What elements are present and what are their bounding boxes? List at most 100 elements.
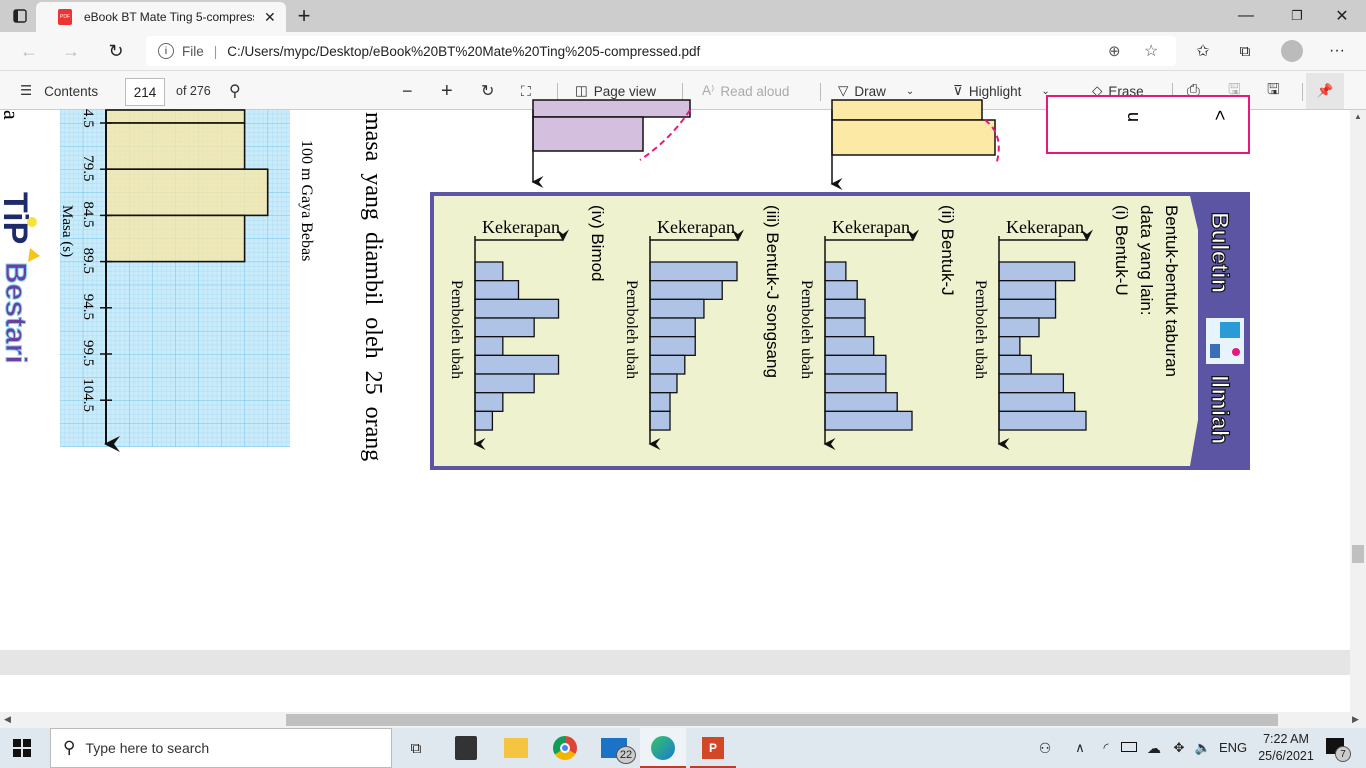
text-fragment: u [1124,112,1144,122]
search-icon: ⚲ [63,738,76,757]
histogram-bar [105,109,246,124]
horizontal-scrollbar[interactable]: ◀ ▶ [0,712,1366,728]
histogram-bar [998,317,1040,338]
histogram-bar [824,373,887,394]
histogram-bar [998,392,1076,413]
buletin-ilmiah-box: Buletin Ilmiah Bentuk-bentuk taburan dat… [430,192,1250,470]
x-axis-label: Pemboleh ubah [798,280,815,379]
notification-count: 7 [1335,746,1351,762]
histogram-bar [998,280,1057,300]
dropbox-icon[interactable]: ✥ [1170,738,1188,758]
histogram-bar [824,410,913,431]
volume-icon[interactable]: 🔈 [1194,738,1212,758]
file-explorer-icon[interactable] [504,738,528,758]
x-tick-label: 94.5 [80,294,96,320]
histogram-bar [998,373,1065,394]
taskbar-search-input[interactable]: ⚲ Type here to search [50,728,392,768]
x-tick-label: 4.5 [80,109,96,128]
chart-title: (ii) Bentuk-J [938,205,957,296]
bulletin-header-left: Buletin [1206,212,1233,293]
chrome-icon[interactable] [553,736,577,760]
histogram-bar [474,280,520,300]
histogram-bar [474,261,504,282]
x-tick-label: 89.5 [80,248,96,274]
histogram-gaya-bebas: 4.5 79.5 84.5 89.5 94.5 99.5 104.5 Masa (s) 10… [59,109,315,452]
scrollbar-thumb[interactable] [286,714,1278,726]
search-placeholder: Type here to search [85,740,210,756]
histogram-bar [474,392,504,413]
histogram-bar [649,261,738,282]
x-axis-label: Pemboleh ubah [448,280,465,379]
y-axis-label: Kekerapan [832,217,910,237]
histogram-bar [649,280,723,300]
scroll-left-icon[interactable]: ◀ [4,714,11,725]
windows-start-icon[interactable] [12,738,32,758]
histogram-bar [998,298,1057,319]
histogram-bar [105,214,246,263]
histogram-bar [824,392,898,413]
x-axis-label: Pemboleh ubah [972,280,989,379]
clock[interactable]: 7:22 AM 25/6/2021 [1256,731,1316,765]
x-tick-label: 79.5 [80,155,96,181]
histogram-bar [824,317,866,338]
clock-date: 25/6/2021 [1258,749,1314,763]
scrollbar-thumb[interactable] [1352,545,1364,563]
text-fragment: < [1210,110,1230,121]
y-axis-label: Kekerapan [657,217,735,237]
powerpoint-taskbar-button[interactable]: P [690,728,736,768]
histogram-bar [824,280,858,300]
histogram-bar [998,410,1087,431]
histogram-bar [474,410,494,431]
histogram-bar [824,354,887,375]
histogram-bar [474,298,560,319]
pdf-page: a TiP Bestari 4.579.584.589.594.599.5104… [0,95,1350,712]
histogram-bar [824,336,875,356]
histogram-bar [998,354,1032,375]
histogram-bar [649,392,671,413]
histogram-bar [649,410,671,431]
x-axis-label: Masa (s) [59,205,75,257]
scroll-right-icon[interactable]: ▶ [1352,714,1359,725]
people-icon[interactable]: ⚇ [1035,738,1055,758]
task-view-icon[interactable]: ⧉ [405,738,427,758]
bulletin-header-right: Ilmiah [1206,375,1233,444]
histogram-bar [474,336,504,356]
body-text: masa yang diambil oleh 25 orang [360,112,386,461]
chart-title: (iv) Bimod [588,205,607,282]
x-tick-label: 84.5 [80,201,96,227]
histogram-bar [649,298,705,319]
svg-text:Bestari: Bestari [0,262,32,364]
bulletin-intro: data yang lain: [1137,205,1156,316]
y-axis-label: Kekerapan [1006,217,1084,237]
edge-icon [651,736,675,760]
powerpoint-icon: P [702,737,724,759]
battery-icon[interactable] [1121,742,1137,752]
x-axis-label: Pemboleh ubah [623,280,640,379]
scroll-up-icon[interactable]: ▲ [1354,112,1362,121]
onedrive-icon[interactable]: ☁ [1145,738,1163,758]
bulletin-intro: Bentuk-bentuk taburan [1162,205,1181,377]
histogram-bar [824,298,866,319]
histogram-bar [649,373,678,394]
chart-title: (i) Bentuk-U [1112,205,1131,296]
vertical-scrollbar[interactable]: ▲ [1350,110,1366,712]
chevron-up-icon[interactable]: ∧ [1072,738,1088,758]
wifi-icon[interactable]: ◜ [1098,738,1114,758]
x-tick-label: 99.5 [80,340,96,366]
scientist-icon [1206,318,1244,364]
histogram-bar [649,317,696,338]
histogram-bar [998,336,1021,356]
histogram-bar [998,261,1076,282]
edge-taskbar-button[interactable] [640,728,686,768]
histogram-bar [105,168,269,217]
histogram-bar [649,336,696,356]
taskbar: ⚲ Type here to search ⧉ 22 P ⚇ ∧ ◜ ☁ ✥ 🔈 … [0,728,1366,768]
histogram-bar [649,354,686,375]
store-icon[interactable] [455,736,477,760]
clock-time: 7:22 AM [1263,732,1309,746]
histogram-bar [474,317,535,338]
x-tick-label: 104.5 [80,378,96,412]
histogram-title: 100 m Gaya Bebas [298,140,315,261]
language-indicator[interactable]: ENG [1219,740,1247,755]
histogram-bar [105,122,246,171]
